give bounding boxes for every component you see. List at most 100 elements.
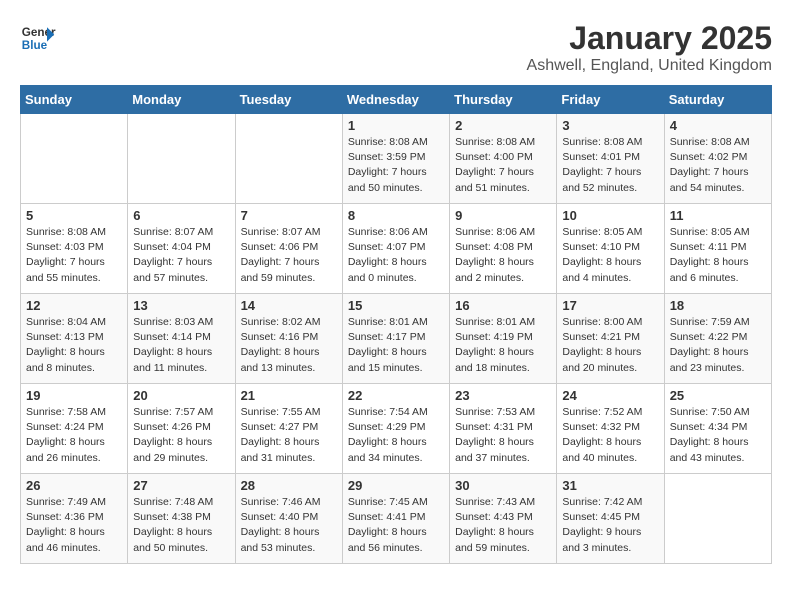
calendar-subtitle: Ashwell, England, United Kingdom xyxy=(527,57,772,75)
day-number: 22 xyxy=(348,388,444,403)
day-info: Sunrise: 8:05 AM Sunset: 4:10 PM Dayligh… xyxy=(562,225,658,286)
day-info: Sunrise: 7:53 AM Sunset: 4:31 PM Dayligh… xyxy=(455,405,551,466)
day-info: Sunrise: 7:52 AM Sunset: 4:32 PM Dayligh… xyxy=(562,405,658,466)
calendar-cell: 9 Sunrise: 8:06 AM Sunset: 4:08 PM Daylig… xyxy=(450,204,557,294)
calendar-cell: 21 Sunrise: 7:55 AM Sunset: 4:27 PM Dayli… xyxy=(235,384,342,474)
day-info: Sunrise: 8:08 AM Sunset: 4:02 PM Dayligh… xyxy=(670,135,766,196)
day-number: 2 xyxy=(455,118,551,133)
day-number: 24 xyxy=(562,388,658,403)
day-info: Sunrise: 8:08 AM Sunset: 4:00 PM Dayligh… xyxy=(455,135,551,196)
calendar-table: SundayMondayTuesdayWednesdayThursdayFrid… xyxy=(20,85,772,564)
calendar-cell: 6 Sunrise: 8:07 AM Sunset: 4:04 PM Daylig… xyxy=(128,204,235,294)
calendar-cell: 11 Sunrise: 8:05 AM Sunset: 4:11 PM Dayli… xyxy=(664,204,771,294)
day-number: 8 xyxy=(348,208,444,223)
calendar-cell: 8 Sunrise: 8:06 AM Sunset: 4:07 PM Daylig… xyxy=(342,204,449,294)
day-info: Sunrise: 8:06 AM Sunset: 4:08 PM Dayligh… xyxy=(455,225,551,286)
calendar-cell: 26 Sunrise: 7:49 AM Sunset: 4:36 PM Dayli… xyxy=(21,474,128,564)
calendar-cell xyxy=(128,114,235,204)
day-info: Sunrise: 7:46 AM Sunset: 4:40 PM Dayligh… xyxy=(241,495,337,556)
day-info: Sunrise: 7:50 AM Sunset: 4:34 PM Dayligh… xyxy=(670,405,766,466)
day-info: Sunrise: 8:08 AM Sunset: 4:03 PM Dayligh… xyxy=(26,225,122,286)
calendar-cell: 2 Sunrise: 8:08 AM Sunset: 4:00 PM Daylig… xyxy=(450,114,557,204)
calendar-cell xyxy=(664,474,771,564)
logo: General Blue xyxy=(20,20,56,56)
weekday-header-saturday: Saturday xyxy=(664,86,771,114)
day-number: 11 xyxy=(670,208,766,223)
day-number: 4 xyxy=(670,118,766,133)
day-number: 31 xyxy=(562,478,658,493)
day-info: Sunrise: 7:48 AM Sunset: 4:38 PM Dayligh… xyxy=(133,495,229,556)
calendar-cell xyxy=(21,114,128,204)
calendar-cell: 19Sunrise: 7:58 AM Sunset: 4:24 PM Dayli… xyxy=(21,384,128,474)
day-info: Sunrise: 7:59 AM Sunset: 4:22 PM Dayligh… xyxy=(670,315,766,376)
calendar-cell: 1 Sunrise: 8:08 AM Sunset: 3:59 PM Daylig… xyxy=(342,114,449,204)
calendar-week-2: 5 Sunrise: 8:08 AM Sunset: 4:03 PM Daylig… xyxy=(21,204,772,294)
weekday-header-monday: Monday xyxy=(128,86,235,114)
calendar-cell: 14Sunrise: 8:02 AM Sunset: 4:16 PM Dayli… xyxy=(235,294,342,384)
day-info: Sunrise: 7:45 AM Sunset: 4:41 PM Dayligh… xyxy=(348,495,444,556)
day-number: 13 xyxy=(133,298,229,313)
calendar-cell: 28 Sunrise: 7:46 AM Sunset: 4:40 PM Dayli… xyxy=(235,474,342,564)
calendar-title: January 2025 xyxy=(527,20,772,57)
day-info: Sunrise: 7:57 AM Sunset: 4:26 PM Dayligh… xyxy=(133,405,229,466)
day-info: Sunrise: 8:00 AM Sunset: 4:21 PM Dayligh… xyxy=(562,315,658,376)
calendar-cell: 3Sunrise: 8:08 AM Sunset: 4:01 PM Daylig… xyxy=(557,114,664,204)
day-number: 7 xyxy=(241,208,337,223)
calendar-cell: 31 Sunrise: 7:42 AM Sunset: 4:45 PM Dayli… xyxy=(557,474,664,564)
day-number: 21 xyxy=(241,388,337,403)
day-number: 28 xyxy=(241,478,337,493)
calendar-cell: 7 Sunrise: 8:07 AM Sunset: 4:06 PM Daylig… xyxy=(235,204,342,294)
calendar-week-4: 19Sunrise: 7:58 AM Sunset: 4:24 PM Dayli… xyxy=(21,384,772,474)
day-info: Sunrise: 7:54 AM Sunset: 4:29 PM Dayligh… xyxy=(348,405,444,466)
day-info: Sunrise: 8:07 AM Sunset: 4:06 PM Dayligh… xyxy=(241,225,337,286)
logo-icon: General Blue xyxy=(20,20,56,56)
calendar-cell: 15Sunrise: 8:01 AM Sunset: 4:17 PM Dayli… xyxy=(342,294,449,384)
calendar-cell: 22 Sunrise: 7:54 AM Sunset: 4:29 PM Dayli… xyxy=(342,384,449,474)
day-number: 9 xyxy=(455,208,551,223)
calendar-cell: 10 Sunrise: 8:05 AM Sunset: 4:10 PM Dayli… xyxy=(557,204,664,294)
day-number: 6 xyxy=(133,208,229,223)
day-number: 16 xyxy=(455,298,551,313)
header-row: SundayMondayTuesdayWednesdayThursdayFrid… xyxy=(21,86,772,114)
day-number: 26 xyxy=(26,478,122,493)
day-number: 29 xyxy=(348,478,444,493)
day-number: 17 xyxy=(562,298,658,313)
day-number: 10 xyxy=(562,208,658,223)
calendar-cell: 16Sunrise: 8:01 AM Sunset: 4:19 PM Dayli… xyxy=(450,294,557,384)
calendar-cell: 27 Sunrise: 7:48 AM Sunset: 4:38 PM Dayli… xyxy=(128,474,235,564)
calendar-week-5: 26 Sunrise: 7:49 AM Sunset: 4:36 PM Dayli… xyxy=(21,474,772,564)
calendar-cell: 23Sunrise: 7:53 AM Sunset: 4:31 PM Dayli… xyxy=(450,384,557,474)
day-info: Sunrise: 7:42 AM Sunset: 4:45 PM Dayligh… xyxy=(562,495,658,556)
day-info: Sunrise: 7:58 AM Sunset: 4:24 PM Dayligh… xyxy=(26,405,122,466)
day-info: Sunrise: 7:43 AM Sunset: 4:43 PM Dayligh… xyxy=(455,495,551,556)
day-number: 15 xyxy=(348,298,444,313)
day-number: 1 xyxy=(348,118,444,133)
calendar-cell: 24 Sunrise: 7:52 AM Sunset: 4:32 PM Dayli… xyxy=(557,384,664,474)
day-info: Sunrise: 8:07 AM Sunset: 4:04 PM Dayligh… xyxy=(133,225,229,286)
day-info: Sunrise: 8:08 AM Sunset: 3:59 PM Dayligh… xyxy=(348,135,444,196)
day-info: Sunrise: 8:04 AM Sunset: 4:13 PM Dayligh… xyxy=(26,315,122,376)
calendar-cell: 5 Sunrise: 8:08 AM Sunset: 4:03 PM Daylig… xyxy=(21,204,128,294)
day-number: 20 xyxy=(133,388,229,403)
day-info: Sunrise: 8:03 AM Sunset: 4:14 PM Dayligh… xyxy=(133,315,229,376)
day-info: Sunrise: 8:02 AM Sunset: 4:16 PM Dayligh… xyxy=(241,315,337,376)
day-number: 5 xyxy=(26,208,122,223)
day-number: 27 xyxy=(133,478,229,493)
calendar-cell: 12Sunrise: 8:04 AM Sunset: 4:13 PM Dayli… xyxy=(21,294,128,384)
day-info: Sunrise: 8:06 AM Sunset: 4:07 PM Dayligh… xyxy=(348,225,444,286)
svg-text:Blue: Blue xyxy=(22,39,48,52)
weekday-header-friday: Friday xyxy=(557,86,664,114)
weekday-header-tuesday: Tuesday xyxy=(235,86,342,114)
day-info: Sunrise: 7:49 AM Sunset: 4:36 PM Dayligh… xyxy=(26,495,122,556)
calendar-cell: 20 Sunrise: 7:57 AM Sunset: 4:26 PM Dayli… xyxy=(128,384,235,474)
calendar-cell: 25 Sunrise: 7:50 AM Sunset: 4:34 PM Dayli… xyxy=(664,384,771,474)
day-number: 25 xyxy=(670,388,766,403)
day-info: Sunrise: 7:55 AM Sunset: 4:27 PM Dayligh… xyxy=(241,405,337,466)
calendar-week-3: 12Sunrise: 8:04 AM Sunset: 4:13 PM Dayli… xyxy=(21,294,772,384)
day-info: Sunrise: 8:05 AM Sunset: 4:11 PM Dayligh… xyxy=(670,225,766,286)
title-block: January 2025 Ashwell, England, United Ki… xyxy=(527,20,772,75)
calendar-cell xyxy=(235,114,342,204)
calendar-cell: 30 Sunrise: 7:43 AM Sunset: 4:43 PM Dayli… xyxy=(450,474,557,564)
day-number: 30 xyxy=(455,478,551,493)
day-number: 18 xyxy=(670,298,766,313)
